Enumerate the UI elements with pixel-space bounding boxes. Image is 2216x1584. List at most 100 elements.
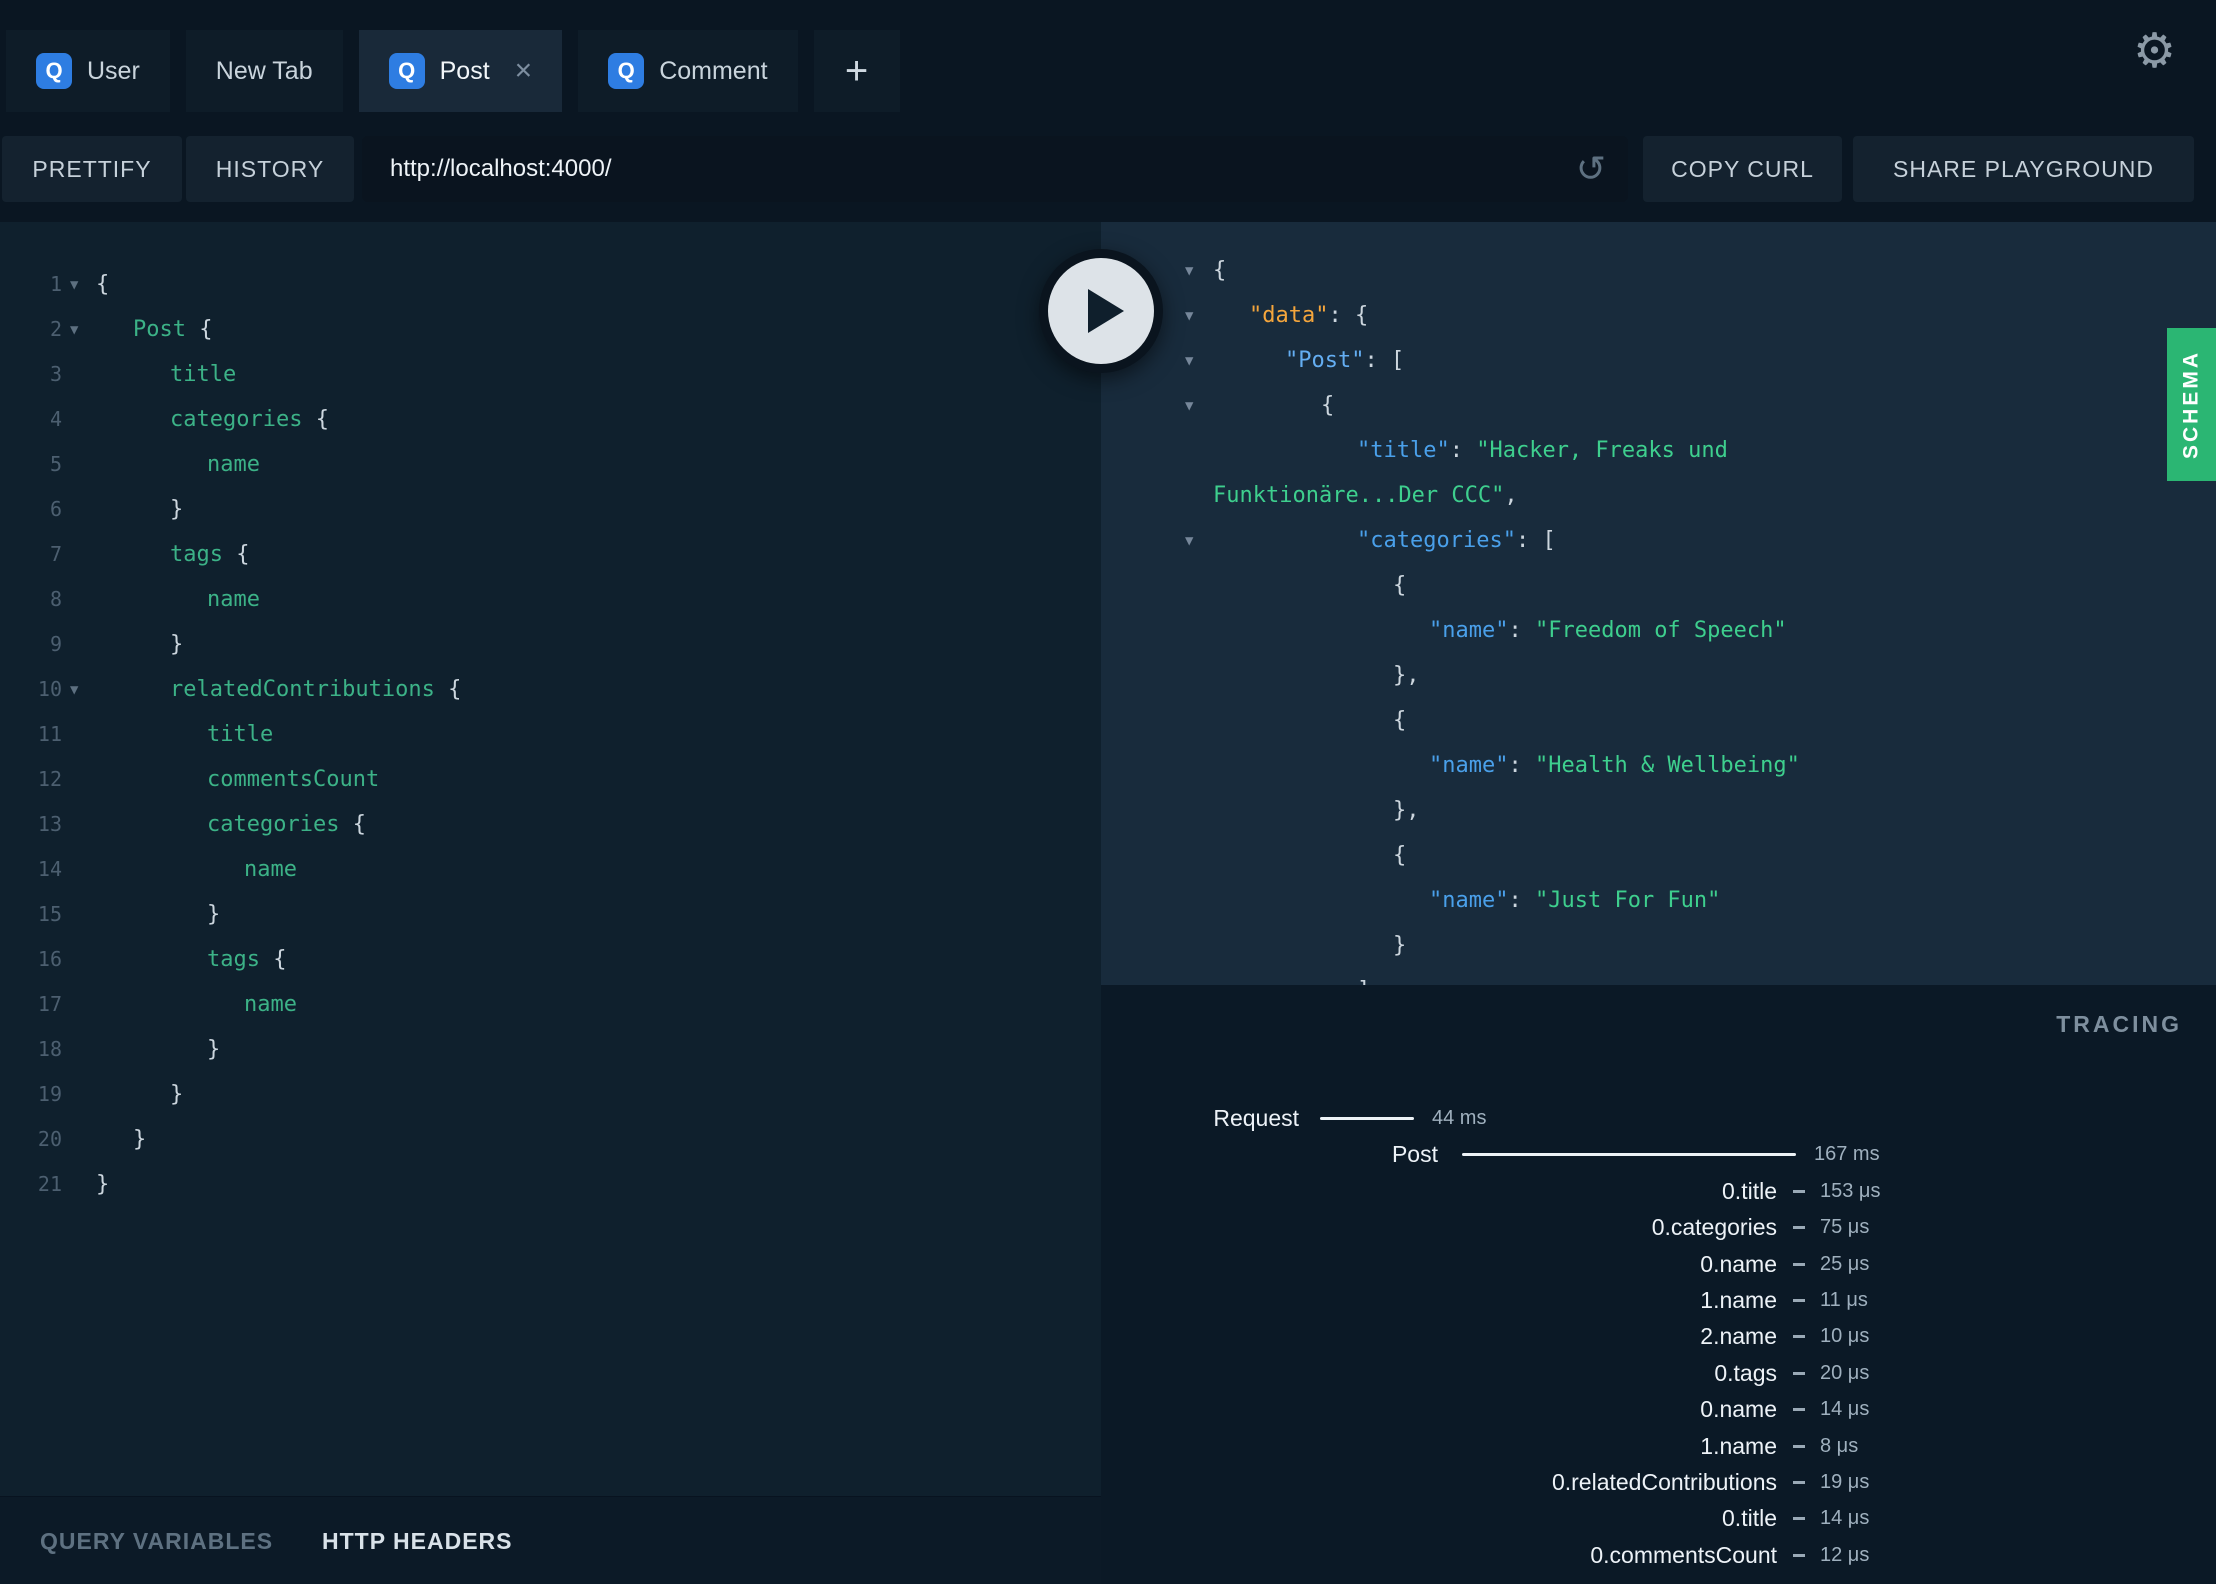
token: : [ <box>1364 348 1405 373</box>
token: name <box>244 857 297 882</box>
token: : [ <box>1515 528 1556 553</box>
line-number: 7 <box>49 542 62 566</box>
token: , <box>1504 483 1518 508</box>
tracing-row: 0.tags 20 μs <box>1101 1355 2216 1391</box>
editor-bottom-bar: QUERY VARIABLES HTTP HEADERS <box>0 1496 1101 1584</box>
tab-new-tab[interactable]: New Tab <box>185 30 343 112</box>
tracing-title[interactable]: TRACING <box>2056 1011 2182 1038</box>
response-line: "name": "Freedom of Speech" <box>1101 608 2216 653</box>
tracing-row: 0.name 25 μs <box>1101 1246 2216 1282</box>
tracing-time: 25 μs <box>1820 1252 1870 1275</box>
token: "data" <box>1249 303 1329 328</box>
token: "name" <box>1429 753 1509 778</box>
token: "title" <box>1357 438 1450 463</box>
query-badge-icon: Q <box>608 53 645 89</box>
code-text: } <box>207 1027 220 1072</box>
token: name <box>207 452 260 477</box>
history-button[interactable]: HISTORY <box>186 136 354 202</box>
line-number: 8 <box>49 587 62 611</box>
prettify-button[interactable]: PRETTIFY <box>2 136 182 202</box>
duration-dash <box>1793 1226 1805 1230</box>
tracing-label: 1.name <box>1700 1287 1777 1313</box>
toolbar: PRETTIFY HISTORY http://localhost:4000/ … <box>0 136 2216 202</box>
token: { <box>1393 708 1407 733</box>
token: Post <box>133 317 186 342</box>
fold-arrow-icon[interactable]: ▼ <box>1185 294 1193 339</box>
tabs: Q User New Tab Q Post × Q Comment + <box>6 30 900 112</box>
line-number: 18 <box>37 1037 62 1061</box>
token: "Post" <box>1285 348 1365 373</box>
tracing-panel: TRACING Request 44 ms Post 167 ms 0.title 153… <box>1101 985 2216 1584</box>
tracing-time: 12 μs <box>1820 1543 1870 1566</box>
token: } <box>133 1127 147 1152</box>
fold-arrow-icon[interactable]: ▼ <box>1185 519 1193 564</box>
token: { <box>1393 573 1407 598</box>
fold-arrow-icon[interactable]: ▼ <box>1185 384 1193 429</box>
play-triangle-icon <box>1088 289 1124 333</box>
query-editor[interactable]: 1 ▼{2 ▼ Post {3 title 4 categories {5 name 6} 7 ta… <box>0 222 1101 1496</box>
code-text: { <box>1393 563 1406 608</box>
tracing-time: 20 μs <box>1820 1361 1870 1384</box>
graphql-playground-window: Q User New Tab Q Post × Q Comment + ⚙ PRETTIFY H… <box>0 0 2216 1584</box>
execute-query-button[interactable] <box>1039 249 1163 373</box>
response-line: ▼{ <box>1101 248 2216 293</box>
code-text: categories { <box>207 802 366 847</box>
duration-dash <box>1793 1189 1805 1193</box>
token: { <box>302 407 329 432</box>
line-number: 2 <box>49 317 62 341</box>
token: tags <box>207 947 260 972</box>
code-text: } <box>133 1117 146 1162</box>
fold-arrow-icon[interactable]: ▼ <box>70 668 78 713</box>
response-line: { <box>1101 698 2216 743</box>
code-text: } <box>207 892 220 937</box>
token: }, <box>1393 798 1420 823</box>
response-pane: ▼{▼ "data": {▼ "Post": [▼{"title": "Hacker… <box>1101 222 2216 985</box>
code-text: { <box>1393 833 1406 878</box>
http-headers-tab[interactable]: HTTP HEADERS <box>322 1497 513 1584</box>
editor-line: 13 categories { <box>0 802 1101 847</box>
copy-curl-button[interactable]: COPY CURL <box>1643 136 1842 202</box>
code-text: { <box>1393 698 1406 743</box>
token: : <box>1449 438 1477 463</box>
close-tab-icon[interactable]: × <box>515 56 533 86</box>
tracing-label: 2.name <box>1700 1323 1777 1350</box>
tracing-row: 0.categories 75 μs <box>1101 1209 2216 1245</box>
tracing-row: 0.relatedContributions 19 μs <box>1101 1464 2216 1500</box>
fold-arrow-icon[interactable]: ▼ <box>1185 339 1193 384</box>
code-text: relatedContributions { <box>170 667 461 712</box>
editor-line: 20} <box>0 1117 1101 1162</box>
new-tab-button[interactable]: + <box>813 30 900 112</box>
code-text: Post { <box>133 307 212 352</box>
schema-side-tab[interactable]: SCHEMA <box>2167 328 2216 481</box>
tracing-time: 167 ms <box>1814 1143 1880 1166</box>
endpoint-url-input[interactable]: http://localhost:4000/ ↺ <box>362 136 1628 202</box>
fold-arrow-icon[interactable]: ▼ <box>70 263 78 308</box>
tracing-time: 11 μs <box>1820 1289 1868 1311</box>
token: name <box>207 587 260 612</box>
tab-comment[interactable]: Q Comment <box>578 30 798 112</box>
line-number: 20 <box>37 1127 62 1151</box>
code-text: { <box>1321 383 1334 428</box>
code-text: title <box>170 352 236 397</box>
reload-schema-icon[interactable]: ↺ <box>1576 136 1606 202</box>
share-playground-button[interactable]: SHARE PLAYGROUND <box>1853 136 2194 202</box>
fold-arrow-icon[interactable]: ▼ <box>1185 249 1193 294</box>
response-line: ▼ "data": { <box>1101 293 2216 338</box>
tracing-label: 0.commentsCount <box>1590 1541 1777 1568</box>
code-text: name <box>244 847 297 892</box>
tracing-label: 0.name <box>1700 1250 1777 1277</box>
duration-dash <box>1793 1553 1805 1557</box>
settings-gear-icon[interactable]: ⚙ <box>2133 28 2176 76</box>
code-text: { <box>1213 248 1226 293</box>
tab-post[interactable]: Q Post × <box>358 30 563 112</box>
tab-user[interactable]: Q User <box>6 30 170 112</box>
code-text: name <box>207 442 260 487</box>
token: "Just For Fun" <box>1534 888 1721 913</box>
token: { <box>259 947 287 972</box>
code-text: tags { <box>170 532 249 577</box>
response-line: }, <box>1101 788 2216 833</box>
code-text: { <box>96 262 109 307</box>
fold-arrow-icon[interactable]: ▼ <box>70 308 78 353</box>
query-variables-tab[interactable]: QUERY VARIABLES <box>40 1497 273 1584</box>
code-text: }, <box>1393 653 1420 698</box>
